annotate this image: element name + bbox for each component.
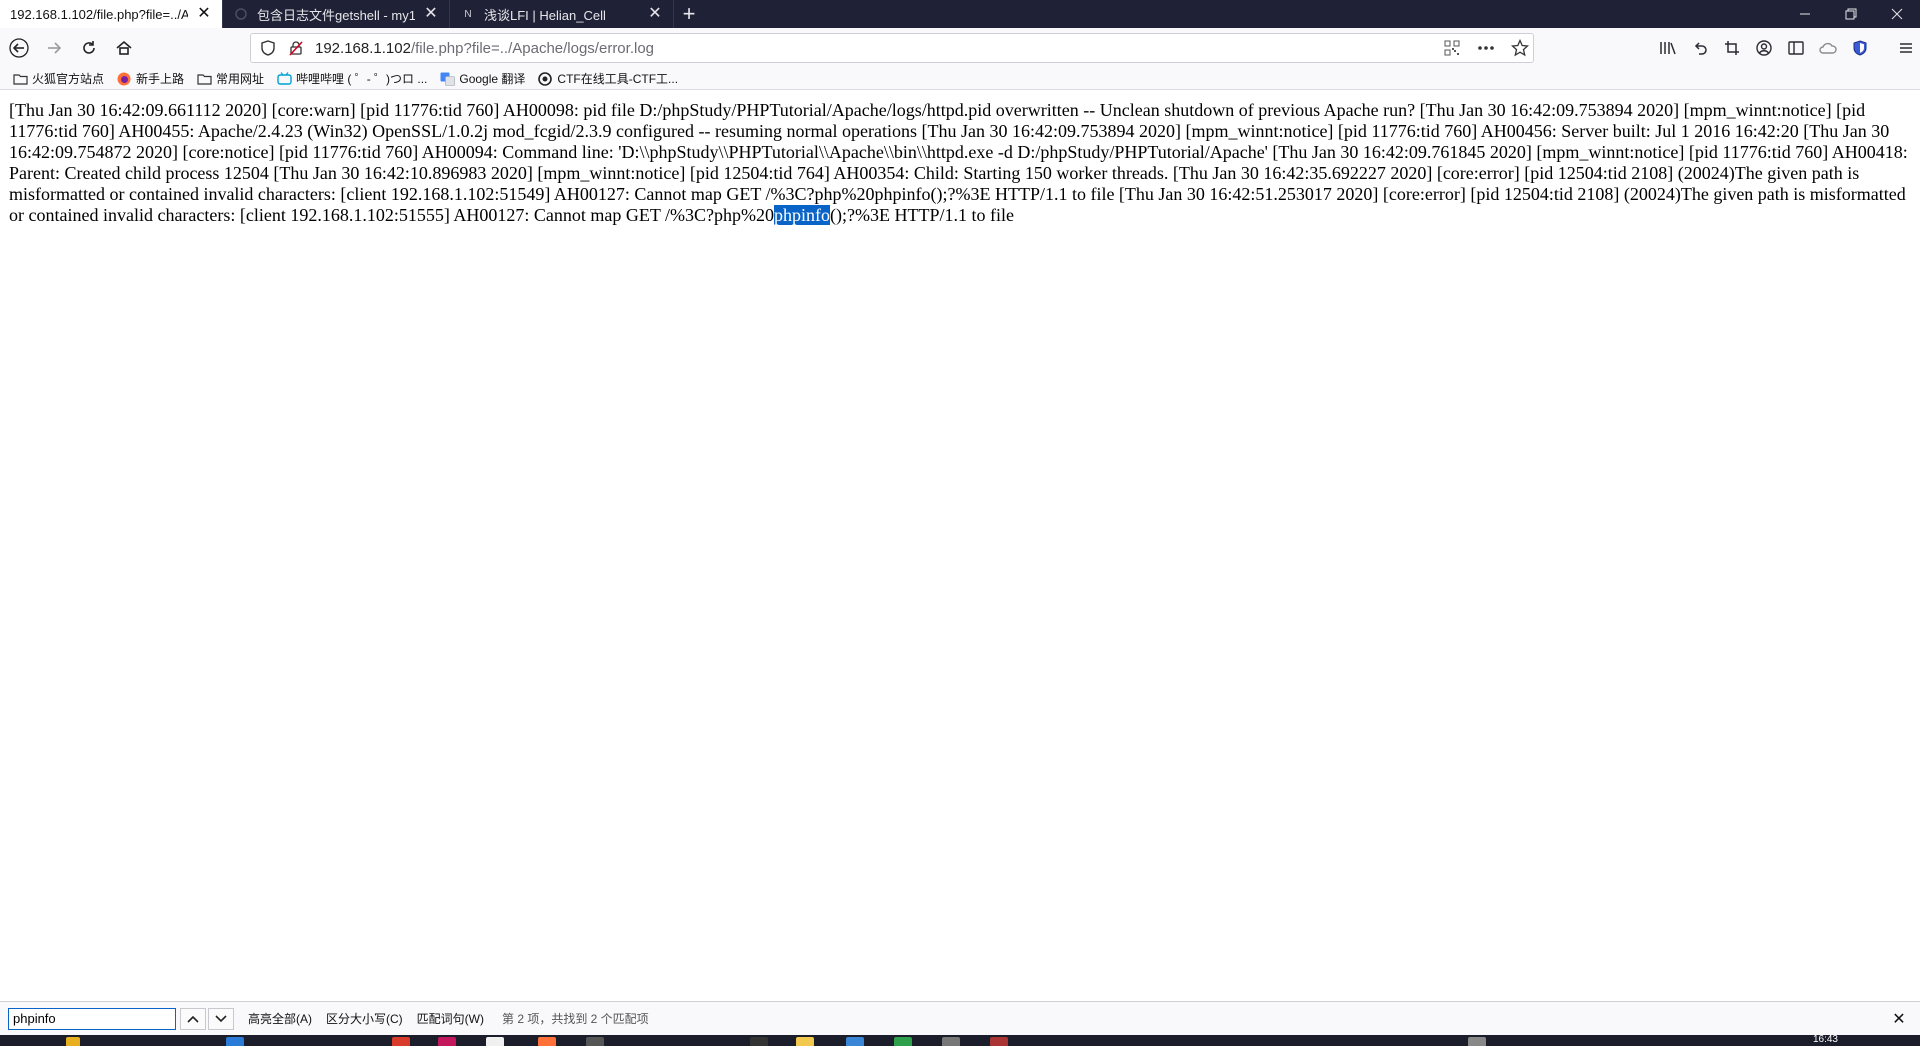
tab-lfi[interactable]: N 浅谈LFI | Helian_Cell ✕ (450, 0, 674, 28)
tab-title: 浅谈LFI | Helian_Cell (484, 7, 606, 23)
account-icon[interactable] (1748, 32, 1780, 64)
ctf-icon (537, 71, 553, 87)
bookmark-item[interactable]: 常用网址 (196, 70, 264, 87)
taskbar-app-icon[interactable] (226, 1037, 244, 1046)
toolbar-right (1652, 32, 1920, 64)
crop-screenshot-icon[interactable] (1716, 32, 1748, 64)
home-button[interactable] (108, 32, 140, 64)
find-input[interactable] (8, 1007, 176, 1030)
bookmark-item[interactable]: 火狐官方站点 (12, 70, 104, 87)
find-match-highlight: phpinfo (774, 205, 831, 225)
taskbar-app-icon[interactable] (486, 1037, 504, 1046)
navigation-toolbar: 192.168.1.102/file.php?file=../Apache/lo… (0, 28, 1920, 68)
more-actions-icon[interactable] (1475, 37, 1497, 59)
bookmark-item[interactable]: 新手上路 (116, 70, 184, 87)
page-content: [Thu Jan 30 16:42:09.661112 2020] [core:… (0, 91, 1920, 999)
undo-icon[interactable] (1684, 32, 1716, 64)
forward-button[interactable] (38, 32, 70, 64)
close-icon[interactable]: ✕ (423, 6, 439, 22)
bookmark-item[interactable]: 哔哩哔哩 ( ゜- ゜)つロ ... (276, 70, 427, 87)
log-text-after: ();?%3E HTTP/1.1 to file (830, 205, 1014, 225)
library-icon[interactable] (1652, 32, 1684, 64)
taskbar-app-icon[interactable] (392, 1037, 410, 1046)
bookmark-star-icon[interactable] (1509, 37, 1531, 59)
tab-getshell[interactable]: 包含日志文件getshell - my1e ✕ (223, 0, 450, 28)
match-case-toggle[interactable]: 区分大小写(C) (326, 1010, 403, 1027)
find-status: 第 2 项，共找到 2 个匹配项 (502, 1012, 649, 1026)
bookmark-item[interactable]: CTF在线工具-CTF工... (537, 70, 678, 87)
new-tab-button[interactable]: + (674, 0, 704, 28)
page-favicon-icon: N (464, 8, 472, 20)
bookmark-label: CTF在线工具-CTF工... (557, 72, 679, 86)
shield-icon[interactable] (257, 37, 279, 59)
close-icon[interactable]: ✕ (196, 6, 212, 22)
taskbar-app-icon[interactable] (586, 1037, 604, 1046)
error-log-text: [Thu Jan 30 16:42:09.661112 2020] [core:… (9, 100, 1911, 226)
folder-icon (196, 71, 212, 87)
sidebar-icon[interactable] (1780, 32, 1812, 64)
taskbar-app-icon[interactable] (990, 1037, 1008, 1046)
url-bar[interactable]: 192.168.1.102/file.php?file=../Apache/lo… (250, 33, 1534, 63)
tab-title: 包含日志文件getshell - my1e (257, 7, 415, 23)
whole-words-toggle[interactable]: 匹配词句(W) (417, 1010, 484, 1027)
taskbar-app-icon[interactable] (750, 1037, 768, 1046)
minimize-icon[interactable] (1782, 0, 1828, 28)
insecure-lock-icon[interactable] (285, 37, 307, 59)
url-path: /file.php?file=../Apache/logs/error.log (410, 39, 655, 57)
reload-button[interactable] (73, 32, 105, 64)
tab-error-log[interactable]: 192.168.1.102/file.php?file=../Apache/lo… (0, 0, 223, 28)
taskbar-clock[interactable]: 16:43 (1813, 1035, 1838, 1045)
window-controls (1782, 0, 1920, 28)
taskbar-app-icon[interactable] (438, 1037, 456, 1046)
close-icon[interactable]: ✕ (647, 6, 663, 22)
taskbar-app-icon[interactable] (1468, 1037, 1486, 1046)
bookmarks-toolbar: 火狐官方站点 新手上路 常用网址 哔哩哔哩 ( ゜- ゜)つロ ... Goog… (0, 68, 1920, 90)
highlight-all-toggle[interactable]: 高亮全部(A) (248, 1010, 312, 1027)
find-bar: 高亮全部(A) 区分大小写(C) 匹配词句(W) 第 2 项，共找到 2 个匹配… (0, 1001, 1920, 1035)
window-close-icon[interactable] (1874, 0, 1920, 28)
start-icon[interactable] (66, 1037, 80, 1046)
tab-title: 192.168.1.102/file.php?file=../Apache/lo… (10, 6, 188, 22)
back-button[interactable] (3, 32, 35, 64)
taskbar-app-icon[interactable] (846, 1037, 864, 1046)
extension-cloud-icon[interactable] (1812, 32, 1844, 64)
close-icon[interactable]: ✕ (1888, 1008, 1910, 1030)
translate-icon (439, 71, 455, 87)
menu-hamburger-icon[interactable] (1890, 32, 1920, 64)
taskbar-app-icon[interactable] (796, 1037, 814, 1046)
url-host: 192.168.1.102 (315, 39, 411, 57)
firefox-icon (116, 71, 132, 87)
bookmark-label: 哔哩哔哩 ( ゜- ゜)つロ ... (296, 72, 428, 86)
find-previous-button[interactable] (180, 1007, 206, 1030)
qr-code-icon[interactable] (1441, 37, 1463, 59)
restore-icon[interactable] (1828, 0, 1874, 28)
bookmark-label: Google 翻译 (459, 72, 526, 86)
url-text[interactable]: 192.168.1.102/file.php?file=../Apache/lo… (315, 40, 654, 57)
taskbar-app-icon[interactable] (894, 1037, 912, 1046)
taskbar-app-icon[interactable] (942, 1037, 960, 1046)
url-actions (1431, 37, 1533, 59)
bookmark-label: 常用网址 (216, 72, 265, 86)
bilibili-icon (276, 71, 292, 87)
bookmark-item[interactable]: Google 翻译 (439, 70, 525, 87)
taskbar-app-icon[interactable] (538, 1037, 556, 1046)
page-favicon-icon (233, 6, 249, 22)
bookmark-label: 新手上路 (136, 72, 185, 86)
os-taskbar: 16:43 (0, 1035, 1920, 1046)
bookmark-label: 火狐官方站点 (32, 72, 105, 86)
folder-icon (12, 71, 28, 87)
extension-shield-icon[interactable] (1844, 32, 1876, 64)
find-next-button[interactable] (208, 1007, 234, 1030)
tab-strip: 192.168.1.102/file.php?file=../Apache/lo… (0, 0, 1920, 28)
